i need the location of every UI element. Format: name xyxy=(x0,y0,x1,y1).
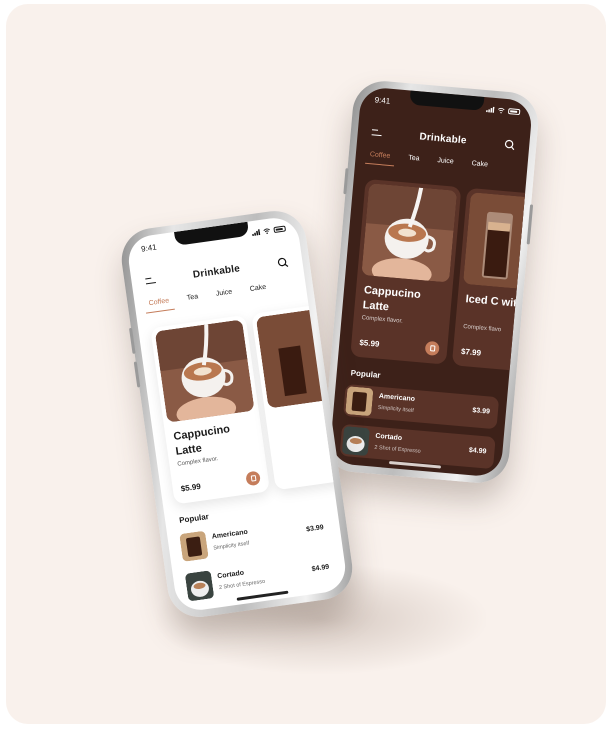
popular-heading: Popular xyxy=(350,368,381,380)
light-phone: 9:41 Drinkable Coffee Tea Juice Cake Cap… xyxy=(117,206,357,622)
item-desc: 2 Shot of Espresso xyxy=(218,578,266,592)
volume-button xyxy=(343,168,349,195)
status-time: 9:41 xyxy=(140,242,158,254)
wifi-icon xyxy=(263,228,270,234)
app-title: Drinkable xyxy=(192,262,241,281)
item-price: $4.99 xyxy=(468,446,487,456)
volume-button xyxy=(129,327,136,354)
item-desc: Simplicity itself xyxy=(377,404,415,414)
dark-phone: 9:41 Drinkable Coffee Tea Juice Cake Cap… xyxy=(321,78,541,486)
item-price: $4.99 xyxy=(311,563,330,574)
product-card[interactable]: Cappucino Latte Complex flavor. $5.99 xyxy=(150,314,271,505)
americano-thumb xyxy=(179,530,209,562)
product-name: Cappucino Latte xyxy=(172,423,231,458)
tab-juice[interactable]: Juice xyxy=(215,289,233,304)
product-name: Cappucino Latte xyxy=(362,284,422,314)
product-carousel: Cappucino Latte Complex flavor. $5.99 xyxy=(150,300,349,512)
cortado-thumb xyxy=(184,570,215,602)
popular-heading: Popular xyxy=(178,511,210,526)
cortado-thumb xyxy=(341,425,371,457)
tab-coffee[interactable]: Coffee xyxy=(148,297,170,313)
status-time: 9:41 xyxy=(374,94,391,106)
battery-icon xyxy=(273,225,287,234)
iced-coffee-photo xyxy=(462,192,534,292)
product-price: $7.99 xyxy=(460,346,482,358)
tab-juice[interactable]: Juice xyxy=(437,157,454,171)
product-card[interactable]: Cappucino Latte Complex flavor. $5.99 xyxy=(350,178,462,365)
item-name: Americano xyxy=(211,528,249,541)
product-card[interactable]: Iced C with M Complex flavo $7.99 xyxy=(451,187,534,374)
tab-cake[interactable]: Cake xyxy=(249,284,267,299)
bag-icon xyxy=(250,475,257,482)
search-icon[interactable] xyxy=(277,256,289,268)
item-name: Americano xyxy=(378,392,416,404)
add-to-cart-button[interactable] xyxy=(245,470,262,487)
item-desc: Simplicity itself xyxy=(213,540,250,552)
light-screen: 9:41 Drinkable Coffee Tea Juice Cake Cap… xyxy=(125,214,349,614)
item-name: Cortado xyxy=(216,569,245,581)
add-to-cart-button[interactable] xyxy=(424,340,440,356)
bag-icon xyxy=(429,345,435,352)
menu-icon[interactable] xyxy=(372,129,383,137)
dark-screen: 9:41 Drinkable Coffee Tea Juice Cake Cap… xyxy=(328,86,534,478)
list-item[interactable]: Cortado 2 Shot of Espresso $4.99 xyxy=(339,423,496,470)
item-price: $3.99 xyxy=(305,524,325,534)
showcase-background: 9:41 Drinkable Coffee Tea Juice Cake Cap… xyxy=(6,4,606,724)
app-title: Drinkable xyxy=(418,130,468,147)
product-name: Iced C with M xyxy=(465,293,534,312)
tab-tea[interactable]: Tea xyxy=(186,293,199,307)
cappuccino-photo xyxy=(361,183,458,283)
list-item[interactable]: Americano Simplicity itself $3.99 xyxy=(343,383,500,430)
tab-cake[interactable]: Cake xyxy=(471,160,488,174)
item-desc: 2 Shot of Espresso xyxy=(374,444,421,455)
volume-button xyxy=(133,361,141,388)
product-desc: Complex flavo xyxy=(462,323,502,334)
battery-icon xyxy=(507,108,521,116)
americano-thumb xyxy=(345,386,374,417)
product-price: $5.99 xyxy=(180,481,202,494)
item-price: $3.99 xyxy=(472,407,491,416)
menu-icon[interactable] xyxy=(145,277,156,285)
app-bar: Drinkable xyxy=(371,123,516,153)
category-tabs: Coffee Tea Juice Cake xyxy=(369,151,518,177)
signal-icon xyxy=(252,229,261,237)
wifi-icon xyxy=(498,107,505,114)
cappuccino-photo xyxy=(154,319,255,423)
signal-icon xyxy=(486,106,495,113)
search-icon[interactable] xyxy=(504,138,516,150)
tab-tea[interactable]: Tea xyxy=(407,155,420,169)
power-button xyxy=(526,204,534,245)
tab-coffee[interactable]: Coffee xyxy=(369,151,391,166)
product-price: $5.99 xyxy=(359,338,380,349)
product-desc: Complex flavor. xyxy=(361,315,404,325)
item-name: Cortado xyxy=(375,432,403,443)
product-carousel: Cappucino Latte Complex flavor. $5.99 Ic… xyxy=(350,178,534,382)
